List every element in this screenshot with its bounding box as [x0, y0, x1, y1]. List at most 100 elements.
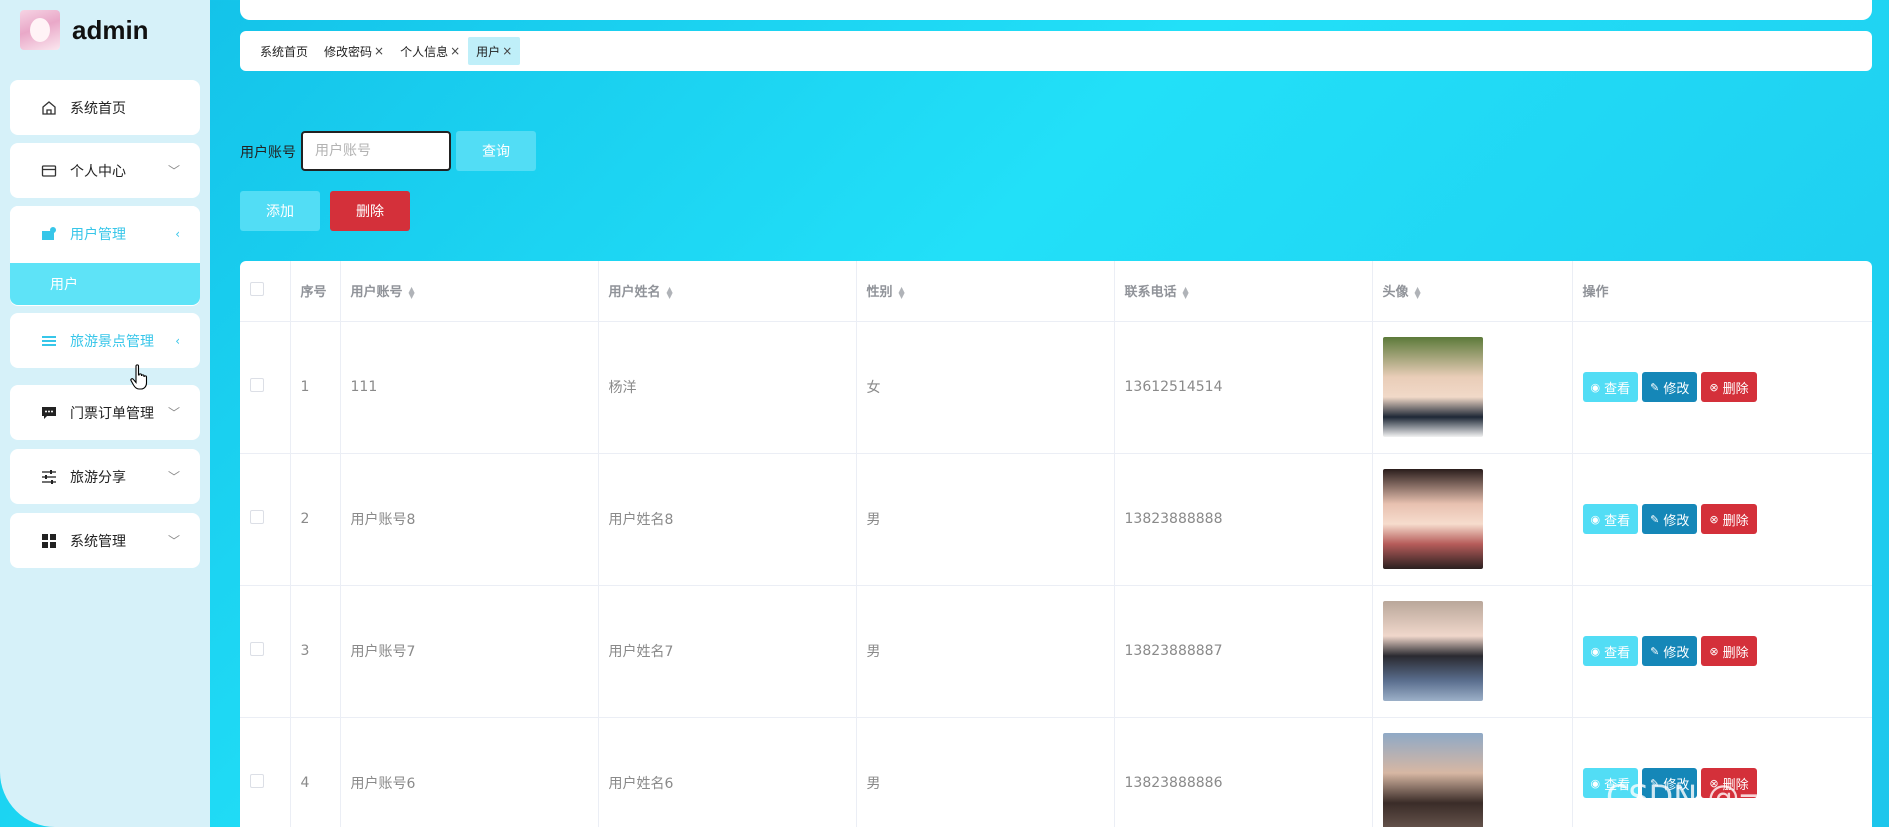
cell-phone: 13823888888: [1114, 453, 1373, 586]
cell-account: 用户账号8: [340, 453, 599, 586]
delete-button[interactable]: ⊗ 删除: [1701, 372, 1757, 402]
chevron-left-icon: ‹: [175, 333, 180, 348]
close-icon[interactable]: ×: [374, 44, 384, 58]
chat-icon: [40, 404, 58, 422]
cell-name: 杨洋: [598, 321, 857, 454]
brand: admin: [20, 10, 149, 50]
column-header-phone[interactable]: 联系电话 ▲ ▼: [1114, 261, 1373, 322]
tab-change-password[interactable]: 修改密码 ×: [316, 37, 392, 65]
cell-account: 用户账号6: [340, 717, 599, 827]
sidebar-item-system[interactable]: 系统管理 ﹀: [10, 513, 200, 568]
edit-label: 修改: [1663, 381, 1690, 397]
column-header-label: 用户账号: [350, 285, 403, 301]
table-row: 2 用户账号8 用户姓名8 男 13823888888 ◉ 查看 ✎ 修改 ⊗ 删除: [240, 453, 1872, 586]
sort-icon[interactable]: ▲ ▼: [1415, 285, 1421, 299]
user-avatar-photo: [1382, 337, 1483, 437]
sidebar-item-personal[interactable]: 个人中心 ﹀: [10, 143, 200, 198]
pencil-icon: ✎: [1650, 512, 1660, 526]
cell-gender: 男: [856, 717, 1115, 827]
cell-name: 用户姓名7: [598, 585, 857, 718]
cell-gender: 女: [856, 321, 1115, 454]
edit-button[interactable]: ✎ 修改: [1642, 636, 1698, 666]
sort-icon[interactable]: ▲ ▼: [899, 285, 905, 299]
users-table: 序号 用户账号 ▲ ▼ 用户姓名 ▲ ▼ 性别 ▲ ▼ 联系电话 ▲ ▼ 头像 ▲ ▼ 操作 1 1…: [240, 261, 1872, 827]
row-checkbox[interactable]: [250, 510, 264, 524]
sort-icon[interactable]: ▲ ▼: [667, 285, 673, 299]
tab-label: 个人信息: [400, 44, 449, 59]
view-button[interactable]: ◉ 查看: [1582, 504, 1639, 534]
circle-x-icon: ⊗: [1709, 512, 1719, 526]
column-header-label: 联系电话: [1124, 285, 1177, 301]
column-header-gender[interactable]: 性别 ▲ ▼: [856, 261, 1115, 322]
edit-button[interactable]: ✎ 修改: [1642, 372, 1698, 402]
view-label: 查看: [1604, 513, 1631, 529]
user-avatar-photo: [1382, 601, 1483, 701]
user-avatar-photo: [1382, 469, 1483, 569]
column-header-account[interactable]: 用户账号 ▲ ▼: [340, 261, 599, 322]
cell-gender: 男: [856, 585, 1115, 718]
tab-label: 用户: [476, 44, 501, 59]
row-checkbox[interactable]: [250, 774, 264, 788]
delete-label: 删除: [1722, 381, 1749, 397]
sort-icon[interactable]: ▲ ▼: [409, 285, 415, 299]
cell-phone: 13612514514: [1114, 321, 1373, 454]
close-icon[interactable]: ×: [502, 44, 512, 58]
mouse-pointer-icon: [130, 364, 148, 390]
query-button[interactable]: 查询: [456, 131, 536, 171]
sidebar-item-label: 用户管理: [70, 226, 126, 243]
cell-name: 用户姓名8: [598, 453, 857, 586]
sidebar-item-user-management[interactable]: 用户管理 ‹: [10, 206, 200, 261]
column-header-name[interactable]: 用户姓名 ▲ ▼: [598, 261, 857, 322]
tab-personal-info[interactable]: 个人信息 ×: [392, 37, 468, 65]
add-button[interactable]: 添加: [240, 191, 320, 231]
column-header-actions: 操作: [1572, 261, 1872, 322]
eye-icon: ◉: [1590, 380, 1601, 394]
eye-icon: ◉: [1590, 644, 1601, 658]
sort-icon[interactable]: ▲ ▼: [1183, 285, 1189, 299]
delete-label: 删除: [1722, 513, 1749, 529]
home-icon: [40, 99, 58, 117]
chevron-down-icon: ﹀: [167, 164, 180, 178]
cell-phone: 13823888887: [1114, 585, 1373, 718]
sidebar-item-label: 门票订单管理: [70, 405, 154, 422]
sidebar-item-travel-share[interactable]: 旅游分享 ﹀: [10, 449, 200, 504]
brand-title: admin: [72, 14, 149, 45]
circle-x-icon: ⊗: [1709, 380, 1719, 394]
cell-name: 用户姓名6: [598, 717, 857, 827]
sidebar-item-label: 个人中心: [70, 163, 126, 180]
chevron-down-icon: ﹀: [167, 406, 180, 420]
chevron-down-icon: ﹀: [167, 470, 180, 484]
tab-users[interactable]: 用户 ×: [468, 37, 521, 65]
column-header-avatar[interactable]: 头像 ▲ ▼: [1372, 261, 1573, 322]
tabs-bar: 系统首页 修改密码 × 个人信息 × 用户 ×: [240, 31, 1872, 71]
chevron-left-icon: ‹: [175, 226, 180, 241]
sidebar-item-home[interactable]: 系统首页: [10, 80, 200, 135]
batch-delete-button[interactable]: 删除: [330, 191, 410, 231]
cell-index: 2: [290, 453, 341, 586]
cell-account: 111: [340, 321, 599, 454]
delete-button[interactable]: ⊗ 删除: [1701, 504, 1757, 534]
admin-avatar: [20, 10, 60, 50]
pencil-icon: ✎: [1650, 380, 1660, 394]
user-avatar-photo: [1382, 733, 1483, 827]
search-input[interactable]: [301, 131, 451, 171]
select-all-checkbox[interactable]: [250, 281, 264, 296]
sidebar-subitem-users[interactable]: 用户: [10, 263, 200, 305]
circle-x-icon: ⊗: [1709, 644, 1719, 658]
edit-label: 修改: [1663, 645, 1690, 661]
sidebar-item-ticket-orders[interactable]: 门票订单管理 ﹀: [10, 385, 200, 440]
row-checkbox[interactable]: [250, 642, 264, 656]
edit-button[interactable]: ✎ 修改: [1642, 504, 1698, 534]
column-header-label: 头像: [1382, 285, 1409, 301]
view-button[interactable]: ◉ 查看: [1582, 636, 1639, 666]
sidebar-item-label: 旅游分享: [70, 469, 126, 486]
list-icon: [40, 332, 58, 350]
cell-index: 3: [290, 585, 341, 718]
sidebar-item-scenic-spots[interactable]: 旅游景点管理 ‹: [10, 313, 200, 368]
row-checkbox[interactable]: [250, 378, 264, 392]
delete-button[interactable]: ⊗ 删除: [1701, 636, 1757, 666]
close-icon[interactable]: ×: [450, 44, 460, 58]
tab-home[interactable]: 系统首页: [252, 37, 316, 65]
table-row: 3 用户账号7 用户姓名7 男 13823888887 ◉ 查看 ✎ 修改 ⊗ 删除: [240, 585, 1872, 718]
view-button[interactable]: ◉ 查看: [1582, 372, 1639, 402]
